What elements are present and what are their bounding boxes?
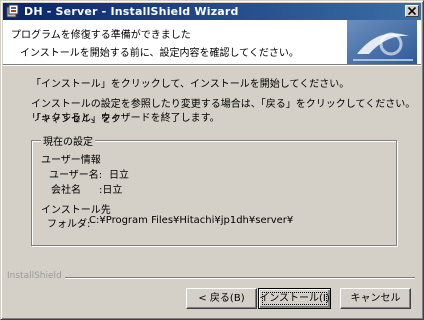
username-value: 日立 bbox=[109, 170, 129, 181]
back-button[interactable]: < 戻る(B) bbox=[186, 288, 257, 309]
close-icon bbox=[408, 7, 416, 15]
installshield-wizard-window: DH - Server - InstallShield Wizard プログラム… bbox=[0, 0, 424, 320]
back-button-label: < 戻る(B) bbox=[198, 293, 245, 304]
instruction-back-line2: リックすると、ウィザードを終了します。 bbox=[31, 113, 220, 124]
company-value: :日立 bbox=[99, 185, 123, 196]
cancel-button[interactable]: キャンセル bbox=[340, 288, 411, 309]
current-settings-label: 現在の設定 bbox=[41, 133, 95, 148]
cancel-button-label: キャンセル bbox=[350, 293, 401, 304]
company-label: 会社名 bbox=[51, 185, 81, 196]
installshield-header-graphic bbox=[347, 20, 417, 64]
install-button[interactable]: インストール(I) bbox=[258, 288, 331, 309]
username-label: ユーザー名: bbox=[49, 170, 103, 181]
folder-label: フォルダ: bbox=[47, 219, 91, 230]
install-button-label: インストール(I) bbox=[259, 293, 330, 304]
header-divider-highlight bbox=[3, 65, 421, 66]
header-title: プログラムを修復する準備ができました bbox=[11, 30, 191, 41]
close-button[interactable] bbox=[405, 5, 419, 17]
header-subtitle: インストールを開始する前に、設定内容を確認してください。 bbox=[20, 48, 299, 59]
window-title: DH - Server - InstallShield Wizard bbox=[24, 5, 239, 18]
folder-path-value: C:¥Program Files¥Hitachi¥jp1dh¥server¥ bbox=[89, 215, 294, 226]
footer-divider-highlight bbox=[7, 278, 415, 279]
installshield-brand-label: InstallShield bbox=[7, 271, 65, 281]
user-info-label: ユーザー情報 bbox=[41, 155, 101, 166]
title-bar[interactable]: DH - Server - InstallShield Wizard bbox=[3, 3, 421, 20]
install-destination-label: インストール先 bbox=[41, 205, 111, 216]
wizard-header: プログラムを修復する準備ができました インストールを開始する前に、設定内容を確認… bbox=[3, 20, 421, 64]
installer-app-icon bbox=[6, 4, 19, 18]
instruction-install: 「インストール」をクリックして、インストールを開始してください。 bbox=[31, 79, 350, 90]
